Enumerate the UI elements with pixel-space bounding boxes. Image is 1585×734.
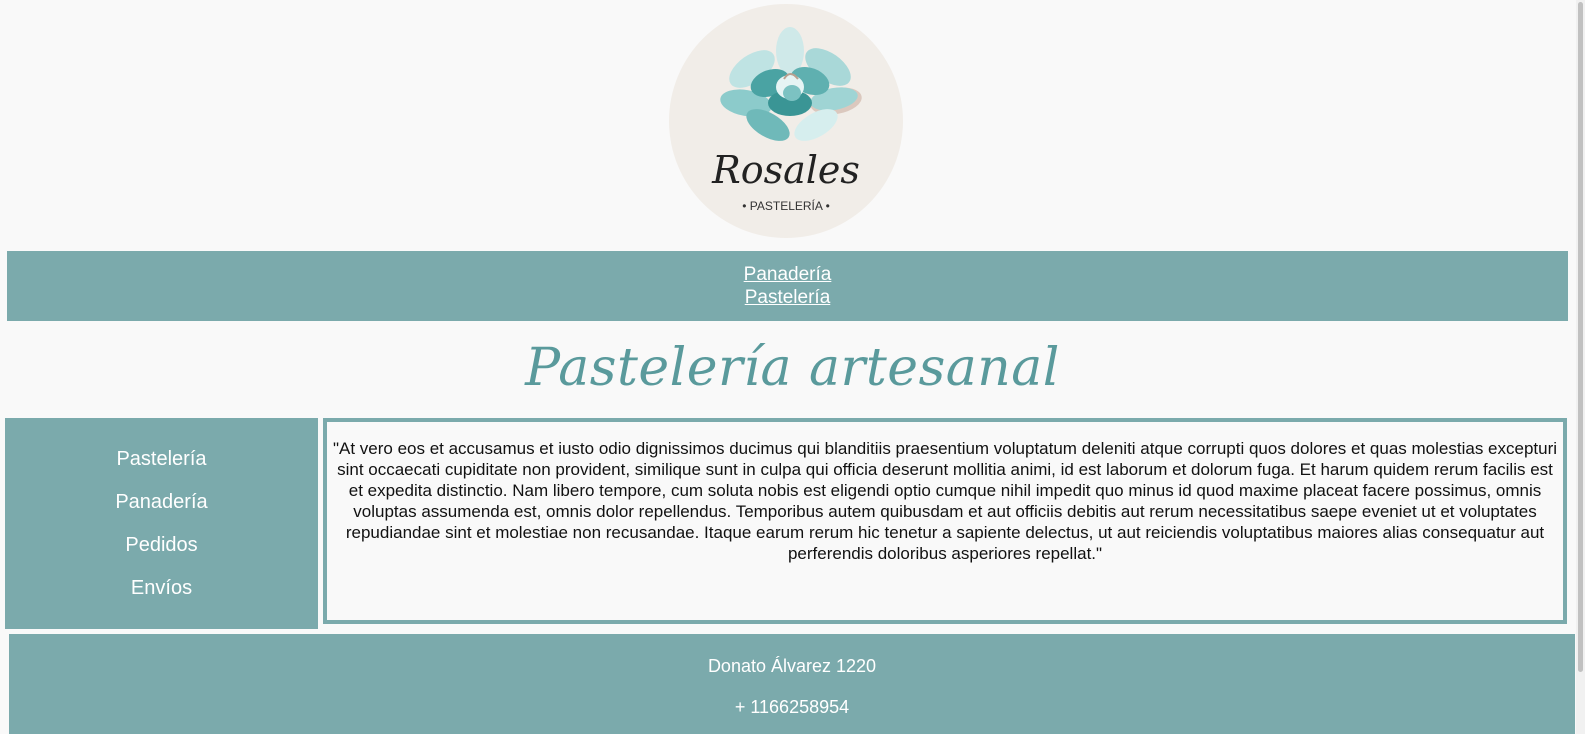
page-title: Pastelería artesanal — [525, 338, 1060, 398]
vertical-scrollbar[interactable] — [1576, 0, 1585, 734]
topnav-link-pasteleria[interactable]: Pastelería — [745, 286, 831, 309]
scrollbar-thumb[interactable] — [1578, 2, 1583, 672]
succulent-flower-logo-icon: Rosales • PASTELERÍA • — [669, 4, 903, 238]
logo-brand-text: Rosales — [711, 148, 860, 192]
sidebar-item-panaderia[interactable]: Panadería — [115, 491, 207, 514]
logo-tagline-text: • PASTELERÍA • — [742, 198, 830, 213]
top-navigation: Panadería Pastelería — [7, 251, 1568, 321]
topnav-link-panaderia[interactable]: Panadería — [744, 263, 832, 286]
brand-logo[interactable]: Rosales • PASTELERÍA • — [668, 3, 904, 239]
body-text: "At vero eos et accusamus et iusto odio … — [332, 439, 1558, 563]
sidebar-item-envios[interactable]: Envíos — [131, 577, 192, 600]
content-box: "At vero eos et accusamus et iusto odio … — [323, 418, 1567, 624]
sidebar-item-pedidos[interactable]: Pedidos — [125, 534, 197, 557]
sidebar-item-pasteleria[interactable]: Pastelería — [116, 448, 206, 471]
page: Rosales • PASTELERÍA • Panadería Pastele… — [0, 0, 1585, 734]
footer: Donato Álvarez 1220 + 1166258954 — [9, 634, 1575, 734]
footer-phone: + 1166258954 — [734, 697, 850, 717]
footer-address: Donato Álvarez 1220 — [707, 656, 877, 676]
sidebar: Pastelería Panadería Pedidos Envíos — [5, 418, 318, 629]
